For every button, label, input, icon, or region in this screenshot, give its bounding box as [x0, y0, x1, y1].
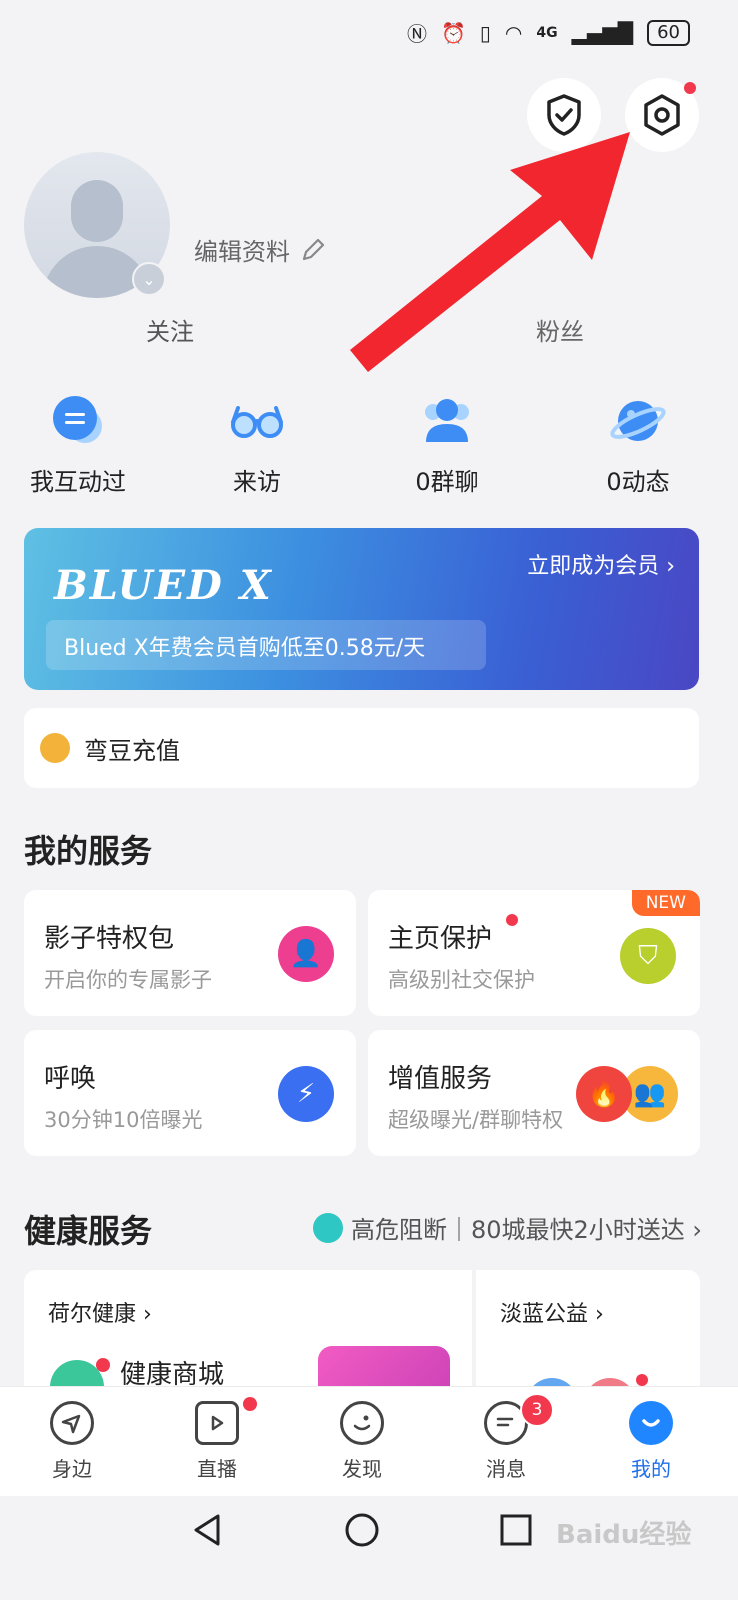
- tab-label: 我的: [631, 1457, 671, 1481]
- nfc-icon: Ⓝ: [406, 22, 427, 46]
- bottom-tab-bar: 身边 直播 发现 3 消息 我的: [0, 1386, 738, 1497]
- quick-action-moments[interactable]: 0动态: [558, 392, 718, 497]
- membership-banner[interactable]: BLUED X 立即成为会员 › Blued X年费会员首购低至0.58元/天: [24, 528, 699, 690]
- network-type: 4G: [536, 24, 558, 41]
- quick-action-label: 我互动过: [30, 468, 126, 496]
- tab-label: 发现: [342, 1457, 382, 1481]
- chat-bubble-icon: [49, 392, 107, 450]
- tab-discover[interactable]: 发现: [312, 1401, 412, 1482]
- card-subtitle: 30分钟10倍曝光: [44, 1108, 203, 1132]
- tab-label: 直播: [197, 1457, 237, 1481]
- health-card-title: 淡蓝公益 ›: [500, 1302, 604, 1327]
- tab-label: 消息: [486, 1457, 526, 1481]
- service-card-shadow-pack[interactable]: 影子特权包 开启你的专属影子 👤: [24, 890, 356, 1016]
- quick-action-label: 来访: [233, 468, 281, 496]
- services-section-title: 我的服务: [24, 832, 153, 870]
- quick-action-interacted[interactable]: 我互动过: [0, 392, 158, 497]
- quick-action-visitors[interactable]: 来访: [177, 392, 337, 497]
- follow-count[interactable]: 关注: [146, 312, 194, 347]
- group-icon: [418, 392, 476, 450]
- home-icon[interactable]: [344, 1512, 380, 1548]
- quick-action-group-chat[interactable]: 0群聊: [367, 392, 527, 497]
- glasses-icon: [228, 392, 286, 450]
- planet-icon: [609, 392, 667, 450]
- chevron-down-icon[interactable]: ⌄: [132, 262, 166, 296]
- navigation-arrow-icon: [50, 1401, 94, 1445]
- edit-profile-link[interactable]: 编辑资料: [194, 232, 326, 267]
- health-card-title: 荷尔健康 ›: [48, 1302, 152, 1327]
- tab-messages[interactable]: 3 消息: [456, 1393, 556, 1482]
- card-title: 增值服务: [388, 1064, 493, 1094]
- card-title: 主页保护: [388, 924, 493, 954]
- health-section-title: 健康服务: [24, 1212, 153, 1250]
- tab-live[interactable]: 直播: [167, 1397, 267, 1482]
- alarm-icon: ⏰: [440, 20, 466, 45]
- recents-icon[interactable]: [498, 1512, 534, 1548]
- discover-face-icon: [340, 1401, 384, 1445]
- become-member-link[interactable]: 立即成为会员 ›: [527, 548, 675, 580]
- tab-nearby[interactable]: 身边: [22, 1401, 122, 1482]
- system-nav-bar: Baidu经验: [0, 1496, 738, 1600]
- video-camera-icon: [195, 1401, 239, 1445]
- recharge-label: 弯豆充值: [84, 736, 180, 765]
- bean-recharge-row[interactable]: 弯豆充值: [24, 708, 699, 788]
- health-promo-text: 高危阻断｜80城最快2小时送达 ›: [350, 1216, 702, 1244]
- notification-dot: [96, 1358, 110, 1372]
- vibrate-icon: ▯: [479, 20, 491, 45]
- tab-label: 身边: [52, 1457, 92, 1481]
- edit-profile-label: 编辑资料: [194, 238, 290, 266]
- message-count-badge: 3: [520, 1393, 554, 1427]
- quick-action-label: 0群聊: [415, 468, 479, 496]
- shadow-user-icon: 👤: [278, 926, 334, 982]
- lightning-icon: ⚡: [278, 1066, 334, 1122]
- pencil-icon: [302, 238, 325, 260]
- wifi-icon: ◠: [504, 20, 523, 45]
- protect-shield-icon: ⛉: [620, 928, 676, 984]
- card-title: 呼唤: [44, 1064, 97, 1094]
- banner-description: Blued X年费会员首购低至0.58元/天: [64, 636, 426, 661]
- flame-icon: 🔥: [576, 1066, 632, 1122]
- watermark: Baidu经验: [556, 1520, 692, 1550]
- back-icon[interactable]: [190, 1512, 226, 1548]
- service-card-homepage-protection[interactable]: 主页保护 高级别社交保护 NEW ⛉: [368, 890, 700, 1016]
- service-card-summon[interactable]: 呼唤 30分钟10倍曝光 ⚡: [24, 1030, 356, 1156]
- notification-dot: [636, 1374, 648, 1386]
- card-subtitle: 开启你的专属影子: [44, 968, 212, 992]
- health-promo-link[interactable]: 高危阻断｜80城最快2小时送达 ›: [312, 1210, 702, 1245]
- tab-mine[interactable]: 我的: [601, 1401, 701, 1482]
- signal-icon: ▂▄▆█: [571, 20, 634, 45]
- card-subtitle: 超级曝光/群聊特权: [388, 1108, 564, 1132]
- card-title: 影子特权包: [44, 924, 175, 954]
- banner-brand: BLUED X: [54, 562, 273, 609]
- mine-icon: [629, 1401, 673, 1445]
- quick-action-label: 0动态: [606, 468, 670, 496]
- service-card-value-added[interactable]: 增值服务 超级曝光/群聊特权 👥 🔥: [368, 1030, 700, 1156]
- status-bar: Ⓝ ⏰ ▯ ◠ 4G ▂▄▆█ 60: [407, 18, 690, 47]
- card-subtitle: 高级别社交保护: [388, 968, 535, 992]
- bean-icon: [40, 733, 70, 763]
- new-tag: NEW: [631, 890, 700, 916]
- notification-dot: [506, 914, 518, 926]
- battery-indicator: 60: [647, 19, 690, 46]
- red-arrow-annotation: [350, 132, 630, 372]
- settings-notification-dot: [684, 82, 696, 94]
- health-service-icon: [312, 1212, 343, 1243]
- live-notification-dot: [243, 1397, 257, 1411]
- follow-label: 关注: [146, 318, 194, 346]
